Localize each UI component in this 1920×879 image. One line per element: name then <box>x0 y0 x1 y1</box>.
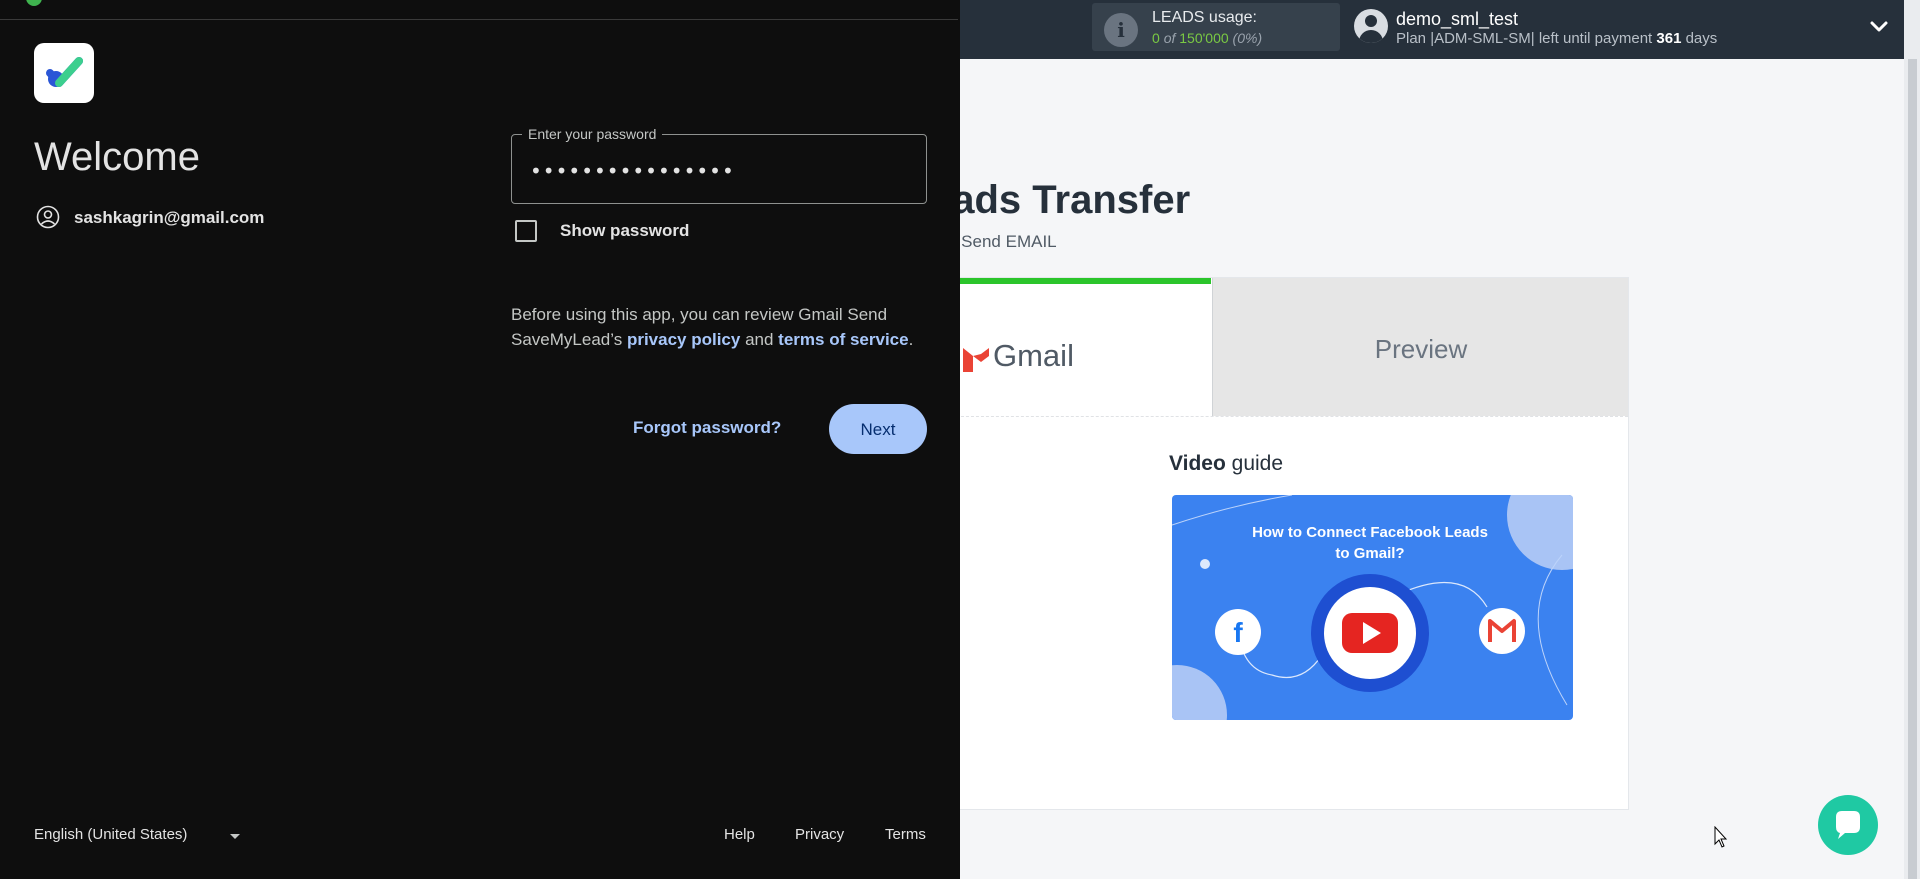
tab-preview-label: Preview <box>1374 334 1468 364</box>
scrollbar-thumb[interactable] <box>1908 59 1917 879</box>
plan-prefix: Plan |ADM-SML-SM| left until payment <box>1396 30 1653 47</box>
app-checkmark-icon <box>46 57 83 87</box>
show-password-checkbox[interactable] <box>515 220 537 242</box>
tab-preview[interactable]: Preview <box>1212 278 1628 416</box>
dropdown-caret-icon <box>230 834 240 839</box>
chevron-down-icon[interactable] <box>1868 16 1890 38</box>
user-avatar-icon[interactable] <box>1354 9 1388 43</box>
video-title-line1: How to Connect Facebook Leads <box>1252 524 1488 541</box>
svg-text:f: f <box>1233 617 1243 648</box>
app-logo <box>34 43 94 103</box>
play-icon <box>1311 574 1429 692</box>
days-suffix: days <box>1685 30 1718 47</box>
leads-used: 0 <box>1152 30 1160 46</box>
show-password-label[interactable]: Show password <box>560 221 689 241</box>
forgot-password-link[interactable]: Forgot password? <box>633 418 781 438</box>
video-title-line2: to Gmail? <box>1335 545 1404 562</box>
leads-usage-title: LEADS usage: <box>1152 9 1257 26</box>
leads-of: of <box>1163 30 1176 46</box>
account-circle-icon <box>36 205 60 229</box>
disclaimer-suffix: . <box>908 330 914 349</box>
password-input[interactable] <box>528 157 912 185</box>
welcome-heading: Welcome <box>34 135 200 179</box>
footer-help-link[interactable]: Help <box>724 826 755 843</box>
info-icon: i <box>1104 13 1138 47</box>
video-heading-rest: guide <box>1231 452 1284 475</box>
privacy-disclaimer: Before using this app, you can review Gm… <box>511 302 951 352</box>
divider <box>941 416 1628 417</box>
chat-icon <box>1836 811 1860 839</box>
account-email: sashkagrin@gmail.com <box>74 208 265 227</box>
setup-card: Gmail Preview Video guide How to Connect… <box>940 277 1629 810</box>
popup-top-edge <box>0 0 958 20</box>
password-label: Enter your password <box>522 126 663 142</box>
status-dot-icon <box>26 0 42 6</box>
page-title: eads Transfer <box>930 178 1191 222</box>
disclaimer-and: and <box>745 330 774 349</box>
tab-gmail-label: Gmail <box>993 338 1074 373</box>
language-label: English (United States) <box>34 826 188 843</box>
days-left: 361 <box>1656 30 1682 47</box>
password-field[interactable]: Enter your password <box>511 126 927 204</box>
plan-info: Plan |ADM-SML-SM| left until payment 361… <box>1396 30 1717 47</box>
footer-terms-link[interactable]: Terms <box>885 826 926 843</box>
video-thumbnail[interactable]: How to Connect Facebook Leads to Gmail? … <box>1172 495 1573 720</box>
username[interactable]: demo_sml_test <box>1396 9 1518 30</box>
video-guide-heading: Video guide <box>1169 452 1283 476</box>
leads-total: 150'000 <box>1179 30 1229 46</box>
gmail-icon <box>1479 608 1525 654</box>
terms-of-service-link[interactable]: terms of service <box>778 330 908 349</box>
leads-percent: (0%) <box>1232 30 1263 46</box>
leads-usage-value: 0 of 150'000 (0%) <box>1152 30 1262 46</box>
next-button[interactable]: Next <box>829 404 927 454</box>
language-selector[interactable]: English (United States) <box>34 826 240 843</box>
mouse-cursor-icon <box>1714 826 1728 848</box>
footer-privacy-link[interactable]: Privacy <box>795 826 844 843</box>
video-heading-bold: Video <box>1169 452 1226 475</box>
leads-usage-box[interactable]: i LEADS usage: 0 of 150'000 (0%) <box>1092 3 1340 51</box>
google-signin-popup: Welcome sashkagrin@gmail.com Enter your … <box>0 0 960 879</box>
facebook-icon: f <box>1215 609 1261 655</box>
scrollbar[interactable] <box>1904 0 1920 879</box>
chat-button[interactable] <box>1818 795 1878 855</box>
privacy-policy-link[interactable]: privacy policy <box>627 330 740 349</box>
tab-gmail[interactable]: Gmail <box>941 278 1211 416</box>
